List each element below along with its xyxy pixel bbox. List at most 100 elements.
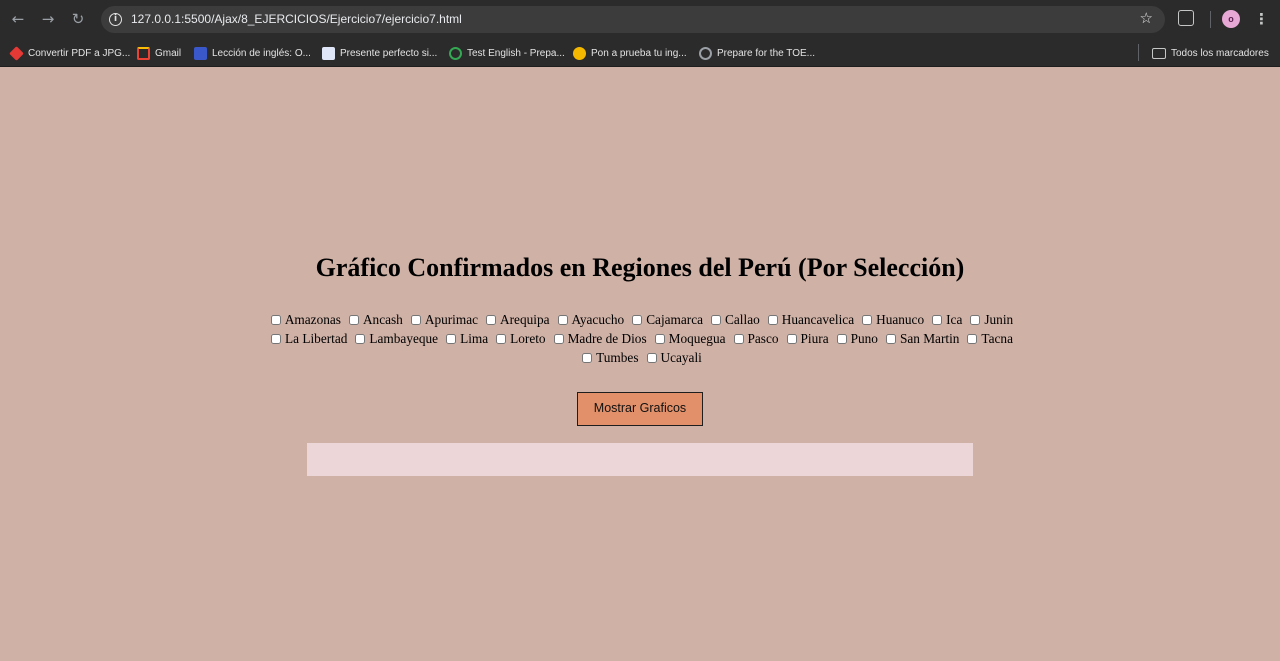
region-label: San Martin (899, 331, 960, 346)
region-label: Arequipa (500, 312, 550, 327)
region-label: Junin (984, 312, 1014, 327)
arrow-right-icon[interactable]: → (37, 8, 59, 30)
page-title: Gráfico Confirmados en Regiones del Perú… (315, 253, 965, 282)
bookmark-item[interactable]: Pon a prueba tu ing... (573, 44, 687, 62)
region-option[interactable]: Ucayali (643, 348, 702, 367)
region-checkbox[interactable] (646, 353, 657, 363)
region-option[interactable]: Ancash (345, 310, 403, 329)
region-option[interactable]: Loreto (492, 329, 546, 348)
region-checkbox[interactable] (786, 334, 797, 344)
region-checkbox[interactable] (711, 315, 722, 325)
reload-icon[interactable]: ↻ (67, 8, 89, 30)
region-checkbox[interactable] (271, 334, 282, 344)
bookmarks-divider (1138, 44, 1139, 61)
profile-avatar[interactable]: o (1222, 10, 1240, 28)
region-label: Huancavelica (781, 312, 855, 327)
region-option[interactable]: Tacna (963, 329, 1013, 348)
bookmark-item[interactable]: Convertir PDF a JPG... (9, 44, 130, 62)
more-menu-icon[interactable]: ⋮ (1254, 9, 1269, 29)
region-checkbox[interactable] (355, 334, 366, 344)
region-label: Piura (800, 331, 829, 346)
region-checkbox-list: Amazonas Ancash Apurimac Arequipa Ayacucho Ca… (220, 310, 1060, 367)
check-circle-icon (449, 46, 462, 60)
toolbar-divider (1210, 11, 1211, 28)
region-checkbox[interactable] (970, 315, 981, 325)
region-option[interactable]: Puno (833, 329, 878, 348)
region-label: Apurimac (424, 312, 479, 327)
bookmark-item[interactable]: Lección de inglés: O... (194, 44, 311, 62)
region-label: Ucayali (660, 350, 702, 365)
region-label: Puno (850, 331, 878, 346)
region-checkbox[interactable] (767, 315, 778, 325)
region-option[interactable]: Junin (966, 310, 1013, 329)
region-label: Tumbes (596, 350, 639, 365)
region-checkbox[interactable] (967, 334, 978, 344)
ets-icon (699, 46, 712, 60)
gmail-icon (137, 46, 150, 60)
region-option[interactable]: Huanuco (858, 310, 924, 329)
bookmark-item[interactable]: Test English - Prepa... (449, 44, 565, 62)
bookmark-item[interactable]: Prepare for the TOE... (699, 44, 815, 62)
region-checkbox[interactable] (654, 334, 665, 344)
region-checkbox[interactable] (410, 315, 421, 325)
region-option[interactable]: La Libertad (267, 329, 347, 348)
region-option[interactable]: Ayacucho (554, 310, 624, 329)
region-label: Cajamarca (646, 312, 704, 327)
region-label: La Libertad (285, 331, 348, 346)
bookmarks-bar: Convertir PDF a JPG... Gmail Lección de … (0, 39, 1280, 67)
region-option[interactable]: Tumbes (578, 348, 639, 367)
region-option[interactable]: Arequipa (482, 310, 550, 329)
region-checkbox[interactable] (348, 315, 359, 325)
region-label: Madre de Dios (567, 331, 647, 346)
bookmark-item[interactable]: Gmail (137, 44, 181, 62)
region-option[interactable]: Moquegua (651, 329, 726, 348)
region-checkbox[interactable] (733, 334, 744, 344)
region-option[interactable]: Lima (442, 329, 488, 348)
region-option[interactable]: Apurimac (407, 310, 478, 329)
region-checkbox[interactable] (557, 315, 568, 325)
region-checkbox[interactable] (582, 353, 593, 363)
region-checkbox[interactable] (932, 315, 943, 325)
region-option[interactable]: Amazonas (267, 310, 341, 329)
url-text[interactable]: 127.0.0.1:5500/Ajax/8_EJERCICIOS/Ejercic… (131, 12, 462, 26)
region-label: Loreto (510, 331, 546, 346)
bookmark-star-icon[interactable]: ☆ (1140, 9, 1153, 27)
region-checkbox[interactable] (553, 334, 564, 344)
region-checkbox[interactable] (632, 315, 643, 325)
all-bookmarks-button[interactable]: Todos los marcadores (1152, 44, 1269, 62)
show-charts-button[interactable]: Mostrar Graficos (577, 392, 703, 426)
region-option[interactable]: San Martin (882, 329, 959, 348)
region-label: Callao (725, 312, 760, 327)
region-label: Ica (946, 312, 963, 327)
region-option[interactable]: Madre de Dios (550, 329, 647, 348)
region-checkbox[interactable] (496, 334, 507, 344)
region-checkbox[interactable] (486, 315, 497, 325)
region-option[interactable]: Piura (783, 329, 829, 348)
region-checkbox[interactable] (885, 334, 896, 344)
site-info-icon[interactable]: i (109, 13, 122, 26)
region-option[interactable]: Pasco (730, 329, 779, 348)
bookmark-item[interactable]: Presente perfecto si... (322, 44, 437, 62)
region-label: Lima (460, 331, 489, 346)
region-option[interactable]: Huancavelica (764, 310, 854, 329)
grammar-site-icon (322, 46, 335, 60)
region-option[interactable]: Lambayeque (351, 329, 438, 348)
region-label: Lambayeque (369, 331, 439, 346)
region-label: Huanuco (876, 312, 925, 327)
region-option[interactable]: Callao (707, 310, 760, 329)
region-label: Moquegua (668, 331, 726, 346)
region-option[interactable]: Cajamarca (628, 310, 703, 329)
region-checkbox[interactable] (836, 334, 847, 344)
region-label: Amazonas (284, 312, 341, 327)
region-label: Ancash (362, 312, 403, 327)
address-bar[interactable]: i 127.0.0.1:5500/Ajax/8_EJERCICIOS/Ejerc… (101, 6, 1165, 33)
sun-icon (573, 46, 586, 60)
browser-toolbar: ← → ↻ i 127.0.0.1:5500/Ajax/8_EJERCICIOS… (0, 0, 1280, 39)
region-label: Tacna (981, 331, 1013, 346)
extensions-icon[interactable] (1178, 10, 1194, 26)
region-checkbox[interactable] (862, 315, 873, 325)
region-checkbox[interactable] (446, 334, 457, 344)
region-option[interactable]: Ica (928, 310, 962, 329)
arrow-left-icon[interactable]: ← (7, 8, 29, 30)
region-checkbox[interactable] (270, 315, 281, 325)
